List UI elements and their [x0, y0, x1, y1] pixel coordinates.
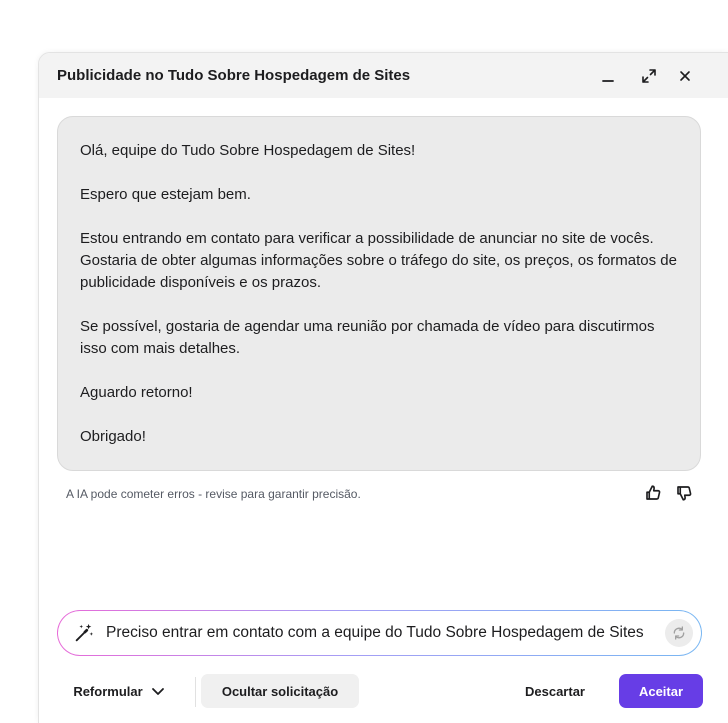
message-paragraph: Olá, equipe do Tudo Sobre Hospedagem de … [80, 142, 416, 159]
message-paragraph: Aguardo retorno! [80, 384, 193, 401]
prompt-input[interactable] [106, 611, 652, 655]
close-icon [680, 71, 690, 81]
reformulate-dropdown[interactable]: Reformular [63, 674, 175, 708]
regenerate-button[interactable] [665, 619, 693, 647]
ai-writer-dialog: Publicidade no Tudo Sobre Hospedagem de … [38, 52, 728, 723]
dialog-title: Publicidade no Tudo Sobre Hospedagem de … [57, 67, 411, 84]
thumbs-up-icon [646, 485, 661, 500]
ai-disclaimer: A IA pode cometer erros - revise para ga… [66, 487, 361, 501]
prompt-inner [58, 611, 701, 655]
expand-icon [642, 69, 656, 83]
close-button[interactable] [671, 62, 699, 90]
magic-wand-icon [75, 623, 94, 642]
message-paragraph: Estou entrando em contato para verificar… [80, 230, 677, 291]
accept-button[interactable]: Aceitar [619, 674, 703, 708]
regenerate-icon [673, 626, 685, 640]
minimize-button[interactable] [594, 62, 622, 90]
expand-button[interactable] [635, 62, 663, 90]
message-paragraph: Obrigado! [80, 428, 146, 445]
thumbs-up-button[interactable] [642, 482, 664, 504]
thumbs-down-icon [677, 486, 692, 501]
prompt-box [57, 610, 702, 656]
dialog-header: Publicidade no Tudo Sobre Hospedagem de … [39, 53, 728, 98]
reformulate-label: Reformular [73, 683, 143, 699]
minimize-icon [602, 80, 614, 82]
thumbs-down-button[interactable] [673, 482, 695, 504]
message-paragraph: Espero que estejam bem. [80, 186, 251, 203]
chevron-down-icon [151, 688, 164, 695]
message-paragraph: Se possível, gostaria de agendar uma reu… [80, 318, 655, 357]
hide-request-button[interactable]: Ocultar solicitação [201, 674, 359, 708]
action-divider [195, 677, 196, 707]
discard-button[interactable]: Descartar [515, 674, 595, 708]
generated-message: Olá, equipe do Tudo Sobre Hospedagem de … [57, 116, 701, 471]
